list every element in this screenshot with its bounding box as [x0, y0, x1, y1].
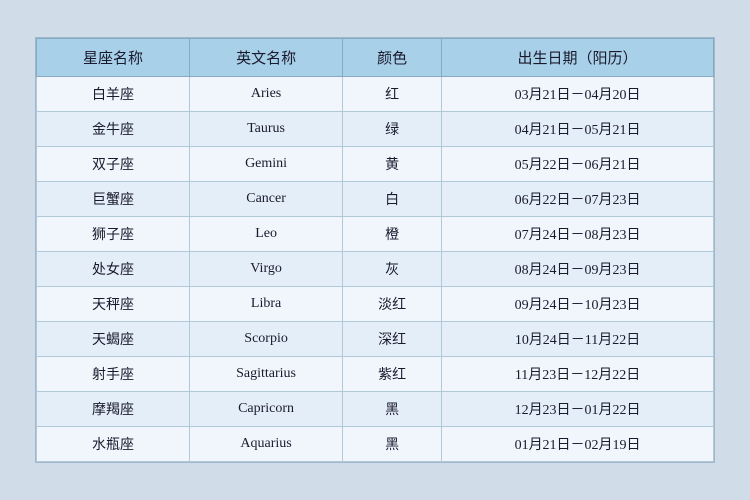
cell-chinese-name: 金牛座	[37, 112, 190, 147]
cell-chinese-name: 天秤座	[37, 287, 190, 322]
cell-chinese-name: 巨蟹座	[37, 182, 190, 217]
cell-english-name: Aquarius	[190, 427, 343, 462]
cell-english-name: Capricorn	[190, 392, 343, 427]
cell-dates: 10月24日－11月22日	[442, 322, 714, 357]
cell-english-name: Aries	[190, 77, 343, 112]
table-row: 天秤座Libra淡红09月24日－10月23日	[37, 287, 714, 322]
table-row: 狮子座Leo橙07月24日－08月23日	[37, 217, 714, 252]
cell-chinese-name: 射手座	[37, 357, 190, 392]
cell-chinese-name: 双子座	[37, 147, 190, 182]
cell-color: 橙	[343, 217, 442, 252]
cell-color: 红	[343, 77, 442, 112]
cell-color: 白	[343, 182, 442, 217]
cell-color: 淡红	[343, 287, 442, 322]
zodiac-table: 星座名称 英文名称 颜色 出生日期（阳历） 白羊座Aries红03月21日－04…	[36, 38, 714, 462]
cell-dates: 04月21日－05月21日	[442, 112, 714, 147]
table-row: 水瓶座Aquarius黑01月21日－02月19日	[37, 427, 714, 462]
cell-english-name: Cancer	[190, 182, 343, 217]
table-row: 处女座Virgo灰08月24日－09月23日	[37, 252, 714, 287]
cell-color: 绿	[343, 112, 442, 147]
cell-dates: 07月24日－08月23日	[442, 217, 714, 252]
cell-color: 灰	[343, 252, 442, 287]
table-row: 金牛座Taurus绿04月21日－05月21日	[37, 112, 714, 147]
cell-dates: 08月24日－09月23日	[442, 252, 714, 287]
cell-chinese-name: 处女座	[37, 252, 190, 287]
cell-dates: 03月21日－04月20日	[442, 77, 714, 112]
cell-dates: 11月23日－12月22日	[442, 357, 714, 392]
cell-english-name: Virgo	[190, 252, 343, 287]
cell-color: 紫红	[343, 357, 442, 392]
table-row: 白羊座Aries红03月21日－04月20日	[37, 77, 714, 112]
table-row: 巨蟹座Cancer白06月22日－07月23日	[37, 182, 714, 217]
cell-chinese-name: 摩羯座	[37, 392, 190, 427]
zodiac-table-container: 星座名称 英文名称 颜色 出生日期（阳历） 白羊座Aries红03月21日－04…	[35, 37, 715, 463]
cell-color: 黑	[343, 427, 442, 462]
cell-dates: 09月24日－10月23日	[442, 287, 714, 322]
cell-english-name: Gemini	[190, 147, 343, 182]
header-dates: 出生日期（阳历）	[442, 39, 714, 77]
cell-chinese-name: 狮子座	[37, 217, 190, 252]
table-row: 天蝎座Scorpio深红10月24日－11月22日	[37, 322, 714, 357]
cell-english-name: Leo	[190, 217, 343, 252]
cell-dates: 05月22日－06月21日	[442, 147, 714, 182]
table-header-row: 星座名称 英文名称 颜色 出生日期（阳历）	[37, 39, 714, 77]
cell-chinese-name: 水瓶座	[37, 427, 190, 462]
cell-english-name: Sagittarius	[190, 357, 343, 392]
cell-chinese-name: 白羊座	[37, 77, 190, 112]
cell-chinese-name: 天蝎座	[37, 322, 190, 357]
table-row: 双子座Gemini黄05月22日－06月21日	[37, 147, 714, 182]
cell-color: 深红	[343, 322, 442, 357]
cell-english-name: Taurus	[190, 112, 343, 147]
header-english-name: 英文名称	[190, 39, 343, 77]
cell-color: 黑	[343, 392, 442, 427]
cell-dates: 12月23日－01月22日	[442, 392, 714, 427]
table-row: 摩羯座Capricorn黑12月23日－01月22日	[37, 392, 714, 427]
cell-dates: 06月22日－07月23日	[442, 182, 714, 217]
header-color: 颜色	[343, 39, 442, 77]
cell-color: 黄	[343, 147, 442, 182]
table-row: 射手座Sagittarius紫红11月23日－12月22日	[37, 357, 714, 392]
cell-english-name: Scorpio	[190, 322, 343, 357]
cell-dates: 01月21日－02月19日	[442, 427, 714, 462]
table-body: 白羊座Aries红03月21日－04月20日金牛座Taurus绿04月21日－0…	[37, 77, 714, 462]
cell-english-name: Libra	[190, 287, 343, 322]
header-chinese-name: 星座名称	[37, 39, 190, 77]
